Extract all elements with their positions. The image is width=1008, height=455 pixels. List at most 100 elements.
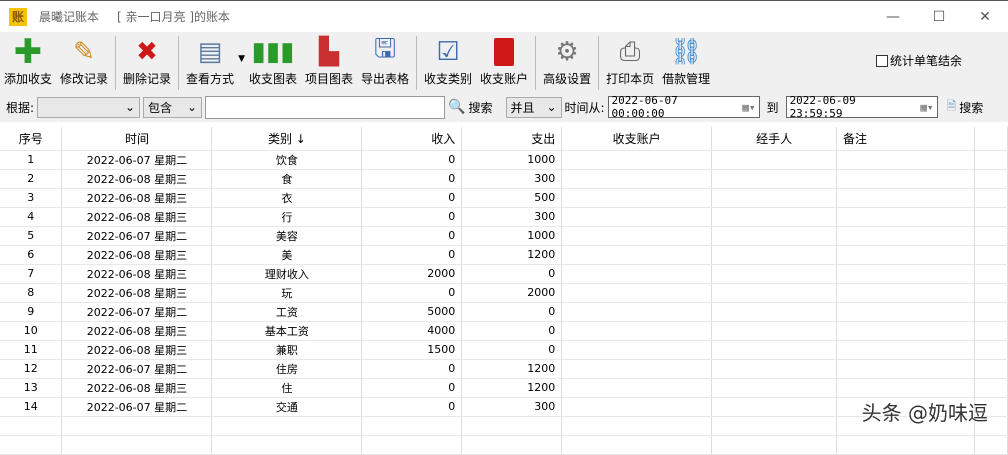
button-label: 高级设置 <box>543 72 592 86</box>
cell-income: 4000 <box>361 321 463 341</box>
search-bar: 根据: ⌄ 包含 ⌄ 🔍 搜索 并且 ⌄ 时间从: 2022-06-07 00:00… <box>0 92 1008 122</box>
cell-expense: 1000 <box>461 150 563 170</box>
cell-income: 0 <box>361 169 463 189</box>
cell-time: 2022-06-08 星期三 <box>61 207 213 227</box>
table-row[interactable]: 10 2022-06-08 星期三 基本工资 4000 0 <box>0 321 1008 341</box>
cell-time: 2022-06-07 星期二 <box>61 226 213 246</box>
table-row[interactable] <box>0 416 1008 436</box>
cell-expense: 0 <box>461 340 563 360</box>
match-select[interactable]: 包含 ⌄ <box>143 96 203 118</box>
title-bar: 账 晨曦记账本 [ 亲一口月亮 ]的账本 — ☐ ✕ <box>0 0 1008 32</box>
cell-expense: 500 <box>461 188 563 208</box>
field-select[interactable]: ⌄ <box>37 96 141 118</box>
cell-time: 2022-06-07 星期二 <box>61 302 213 322</box>
col-header-handler[interactable]: 经手人 <box>711 127 838 151</box>
income-chart-button[interactable]: ▮▮▮ 收支图表 <box>245 36 301 88</box>
table-row[interactable]: 4 2022-06-08 星期三行 0 300 <box>0 207 1008 227</box>
button-label: 项目图表 <box>305 72 354 86</box>
cell-expense: 0 <box>461 264 563 284</box>
logic-select[interactable]: 并且 ⌄ <box>505 96 562 118</box>
chevron-down-icon: ⌄ <box>546 100 557 114</box>
table-row[interactable]: 14 2022-06-07 星期二 交通 0 300 <box>0 397 1008 417</box>
view-mode-dropdown-icon[interactable]: ▼ <box>238 54 245 64</box>
keyword-input[interactable] <box>205 95 446 119</box>
search-icon[interactable]: 🔍 <box>448 99 465 115</box>
cell-time: 2022-06-08 星期三 <box>61 264 213 284</box>
delete-record-button[interactable]: ✖ 删除记录 <box>119 36 175 88</box>
minimize-button[interactable]: — <box>870 9 916 25</box>
calendar-icon[interactable]: ▦▾ <box>920 101 933 114</box>
cell-income: 0 <box>361 378 463 398</box>
cell-blank <box>974 169 1008 189</box>
calendar-icon[interactable]: ▦▾ <box>742 101 755 114</box>
col-header-income[interactable]: 收入 <box>361 127 463 151</box>
from-date: 2022-06-07 00:00:00 <box>611 94 678 120</box>
app-logo: 账 <box>9 7 27 26</box>
bar-chart-icon: ▮▮▮ <box>251 37 295 67</box>
search-doc-icon[interactable]: 🗎 <box>947 97 957 118</box>
col-header-note[interactable]: 备注 <box>836 127 975 151</box>
project-chart-button[interactable]: ▙ 项目图表 <box>301 36 357 88</box>
cell-handler <box>711 226 838 246</box>
cell-category: 交通 <box>211 397 363 417</box>
col-header-category[interactable]: 类别 ↓ <box>211 127 363 151</box>
categories-button[interactable]: ☑ 收支类别 <box>420 36 476 88</box>
col-header-time[interactable]: 时间 <box>61 127 213 151</box>
cell-income: 0 <box>361 359 463 379</box>
cell-time: 2022-06-08 星期三 <box>61 283 213 303</box>
cell-blank <box>974 378 1008 398</box>
cell-index: 14 <box>0 397 63 417</box>
table-row[interactable]: 5 2022-06-07 星期二 美容 0 1000 <box>0 226 1008 246</box>
cell-expense: 300 <box>461 397 563 417</box>
cell-index: 9 <box>0 302 63 322</box>
checkbox-box[interactable] <box>875 54 888 67</box>
cell-income: 5000 <box>361 302 463 322</box>
delete-icon: ✖ <box>136 37 158 67</box>
table-row[interactable]: 6 2022-06-08 星期三美 0 1200 <box>0 245 1008 265</box>
table-row[interactable]: 3 2022-06-08 星期三衣 0 500 <box>0 188 1008 208</box>
cell-account <box>561 397 713 417</box>
search-button-2[interactable]: 搜索 <box>959 99 983 116</box>
separator <box>598 36 600 90</box>
edit-record-button[interactable]: ✎ 修改记录 <box>56 36 112 88</box>
view-mode-button[interactable]: ▤ 查看方式 <box>182 36 238 88</box>
col-header-account[interactable]: 收支账户 <box>561 127 713 151</box>
cell-handler <box>711 188 838 208</box>
add-entry-button[interactable]: ✚ 添加收支 <box>0 32 56 88</box>
cell-account <box>561 264 713 284</box>
cell-expense: 300 <box>461 169 563 189</box>
loan-management-button[interactable]: ⛓ 借款管理 <box>658 36 714 88</box>
maximize-button[interactable]: ☐ <box>916 9 962 25</box>
export-table-button[interactable]: 🖫 导出表格 <box>357 34 413 88</box>
balance-checkbox[interactable]: 统计单笔结余 <box>875 52 962 69</box>
col-header-expense[interactable]: 支出 <box>461 127 563 151</box>
search-button[interactable]: 搜索 <box>468 99 492 116</box>
from-date-picker[interactable]: 2022-06-07 00:00:00 ▦▾ <box>607 94 760 120</box>
cell-index: 8 <box>0 283 63 303</box>
cell-income: 0 <box>361 207 463 227</box>
cell-income: 0 <box>361 283 463 303</box>
cell-index: 11 <box>0 340 63 360</box>
table-row[interactable]: 11 2022-06-08 星期三 兼职 1500 0 <box>0 340 1008 360</box>
table-row[interactable]: 9 2022-06-07 星期二 工资 5000 0 <box>0 302 1008 322</box>
edit-icon: ✎ <box>73 37 95 67</box>
cell-handler <box>711 245 838 265</box>
table-row[interactable]: 8 2022-06-08 星期三玩 0 2000 <box>0 283 1008 303</box>
table-row[interactable]: 12 2022-06-07 星期二 住房 0 1200 <box>0 359 1008 379</box>
table-row[interactable]: 1 2022-06-07 星期二 饮食 0 1000 <box>0 150 1008 170</box>
table-row[interactable]: 2 2022-06-08 星期三食 0 300 <box>0 169 1008 189</box>
cell-time <box>61 416 213 436</box>
to-date-picker[interactable]: 2022-06-09 23:59:59 ▦▾ <box>785 94 938 120</box>
cell-note <box>836 169 975 189</box>
table-row[interactable]: 13 2022-06-08 星期三住 0 1200 <box>0 378 1008 398</box>
table-row[interactable] <box>0 435 1008 455</box>
table-row[interactable]: 7 2022-06-08 星期三 理财收入 2000 0 <box>0 264 1008 284</box>
accounts-button[interactable]: 收支账户 <box>476 36 532 88</box>
advanced-settings-button[interactable]: ⚙ 高级设置 <box>539 36 595 88</box>
document-icon: ▤ <box>197 37 223 67</box>
print-button[interactable]: ⎙ 打印本页 <box>602 36 658 88</box>
button-label: 删除记录 <box>123 72 172 86</box>
close-button[interactable]: ✕ <box>962 9 1008 25</box>
col-header-index[interactable]: 序号 <box>0 127 63 151</box>
logic-value: 并且 <box>510 100 535 115</box>
